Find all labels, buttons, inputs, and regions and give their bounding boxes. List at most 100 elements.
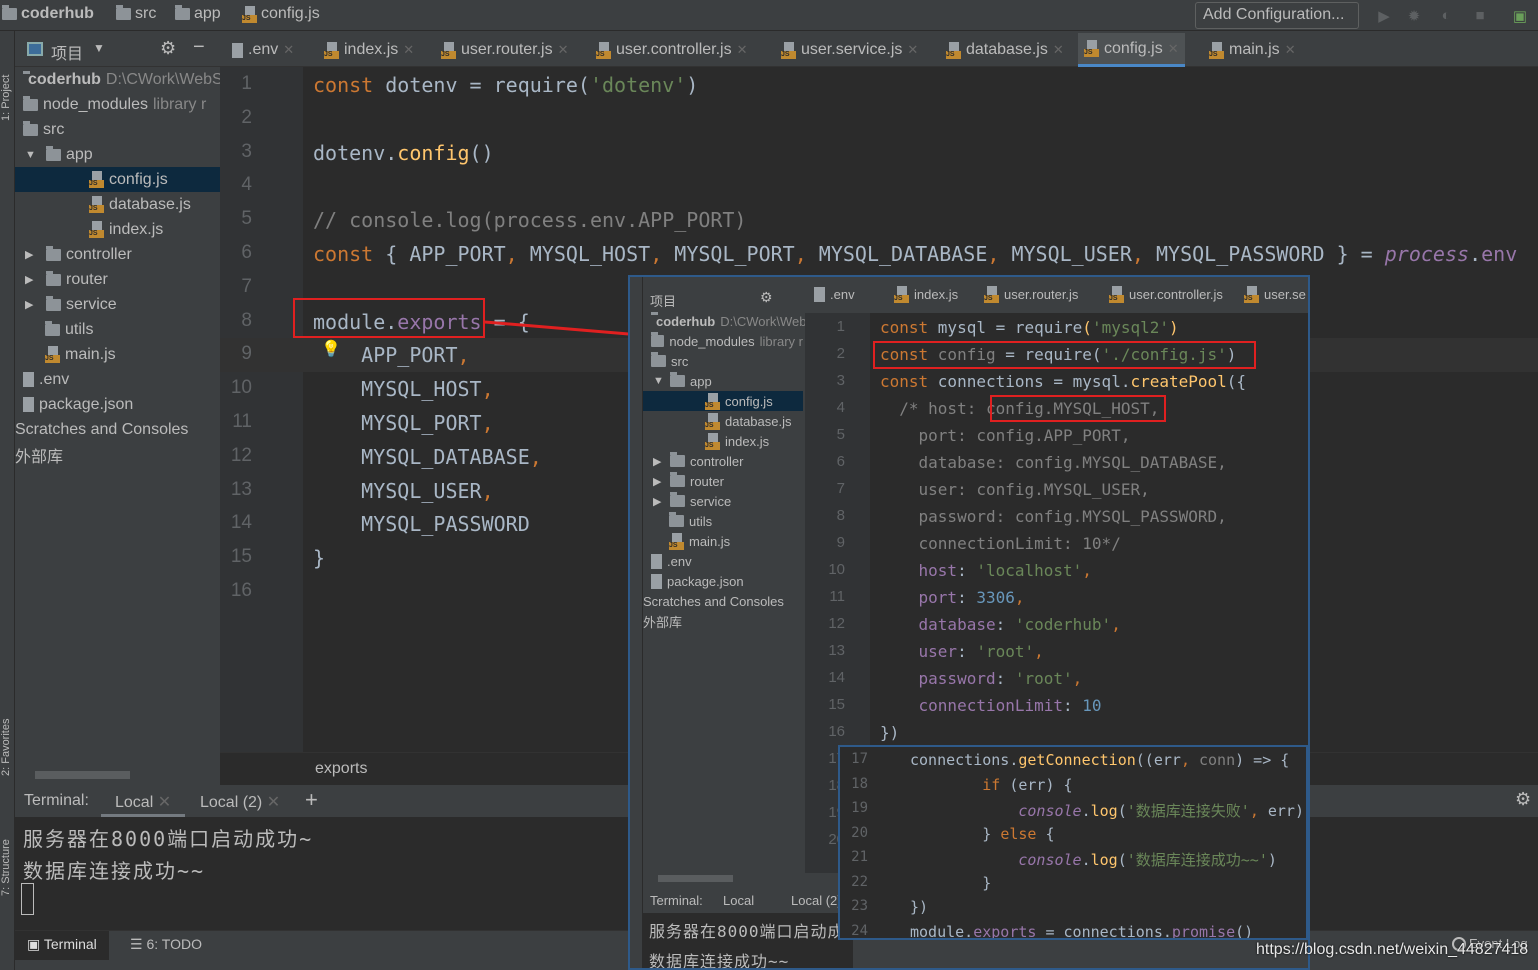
intention-bulb-icon[interactable]: 💡 bbox=[321, 339, 341, 358]
tree-item-label: coderhub bbox=[28, 70, 101, 88]
tree-item-scratches-and-consoles[interactable]: Scratches and Consoles bbox=[643, 591, 803, 611]
tab-label: user.router.js bbox=[461, 41, 553, 58]
close-tab-icon[interactable]: ✕ bbox=[907, 42, 918, 58]
tree-item-config-js[interactable]: config.js bbox=[15, 167, 220, 192]
code-token: } bbox=[313, 546, 326, 571]
js-file-icon bbox=[596, 41, 611, 59]
tab-user-service-js[interactable]: user.service.js✕ bbox=[775, 33, 924, 67]
tree-item-database-js[interactable]: database.js bbox=[15, 192, 220, 217]
tab-config-js[interactable]: config.js ✕ bbox=[1078, 33, 1185, 67]
code-line: user: 'root', bbox=[880, 642, 1044, 661]
line-number: 2 bbox=[241, 106, 252, 128]
tree-item-router[interactable]: ▶ router bbox=[15, 267, 220, 292]
tree-item----[interactable]: 外部库 bbox=[643, 611, 803, 631]
tree-item-utils[interactable]: utils bbox=[15, 317, 220, 342]
stop-icon[interactable]: ■ bbox=[1472, 7, 1488, 24]
expanded-arrow-icon[interactable]: ▼ bbox=[653, 375, 665, 387]
tree-item-controller[interactable]: ▶ controller bbox=[15, 242, 220, 267]
code-token: = connections. bbox=[1036, 922, 1172, 940]
folder-icon bbox=[670, 472, 685, 487]
code-token: (err) { bbox=[1009, 775, 1073, 794]
favorites-tool-button[interactable]: 2: Favorites bbox=[0, 696, 15, 776]
close-tab-icon[interactable]: ✕ bbox=[558, 42, 569, 58]
close-tab-icon[interactable]: ✕ bbox=[283, 42, 294, 58]
chevron-down-icon[interactable]: ▼ bbox=[93, 41, 105, 55]
tree-item-scratches-and-consoles[interactable]: Scratches and Consoles bbox=[15, 417, 220, 442]
collapsed-arrow-icon[interactable]: ▶ bbox=[653, 455, 665, 468]
tree-item-service[interactable]: ▶ service bbox=[643, 491, 803, 511]
tree-item-utils[interactable]: utils bbox=[643, 511, 803, 531]
project-tool-button[interactable]: 1: Project bbox=[0, 41, 15, 121]
collapsed-arrow-icon[interactable]: ▶ bbox=[653, 495, 665, 508]
horizontal-scrollbar[interactable] bbox=[35, 771, 130, 779]
tab-env[interactable]: .env ✕ bbox=[226, 33, 300, 67]
collapsed-arrow-icon[interactable]: ▶ bbox=[25, 298, 41, 311]
run-icon[interactable]: ▶ bbox=[1376, 7, 1392, 25]
tree-item-package-json[interactable]: package.json bbox=[643, 571, 803, 591]
tab-user-controller-js[interactable]: user.controller.js ✕ bbox=[590, 33, 754, 67]
tree-item-coderhub[interactable]: coderhub D:\CWork\WebS bbox=[643, 311, 815, 331]
tree-item-node-modules[interactable]: node_modules library r bbox=[15, 92, 220, 117]
gear-icon[interactable]: ⚙ bbox=[1515, 789, 1531, 810]
tree-item-index-js[interactable]: index.js bbox=[643, 431, 803, 451]
breadcrumb-config[interactable]: config.js bbox=[242, 5, 320, 23]
tree-item-router[interactable]: ▶ router bbox=[643, 471, 803, 491]
breadcrumb-coderhub[interactable]: coderhub bbox=[2, 5, 94, 23]
close-tab-icon[interactable]: ✕ bbox=[737, 42, 748, 58]
tree-item-service[interactable]: ▶ service bbox=[15, 292, 220, 317]
new-terminal-plus-icon[interactable]: + bbox=[305, 787, 318, 813]
code-line: MYSQL_DATABASE, bbox=[313, 445, 542, 469]
close-icon[interactable]: ✕ bbox=[267, 794, 280, 811]
tab-database-js[interactable]: database.js ✕ bbox=[940, 33, 1070, 67]
breadcrumb-src[interactable]: src bbox=[116, 5, 156, 23]
tree-item-database-js[interactable]: database.js bbox=[643, 411, 803, 431]
close-tab-icon[interactable]: ✕ bbox=[1053, 42, 1064, 58]
hide-panel-icon[interactable]: − bbox=[193, 36, 205, 59]
tree-item--env[interactable]: .env bbox=[643, 551, 803, 571]
line-number: 21 bbox=[851, 849, 868, 865]
js-file-icon bbox=[89, 221, 104, 238]
code-breadcrumb-exports[interactable]: exports bbox=[315, 760, 367, 778]
coverage-icon[interactable]: ◐ bbox=[1438, 7, 1454, 24]
tab-index-js[interactable]: index.js✕ bbox=[318, 33, 420, 67]
project-structure-icon[interactable]: ▣ bbox=[1512, 7, 1528, 25]
tree-item-src[interactable]: src bbox=[643, 351, 803, 371]
tree-item-controller[interactable]: ▶ controller bbox=[643, 451, 803, 471]
code-line: if (err) { bbox=[910, 775, 1073, 794]
todo-tool-button[interactable]: ☰ 6: TODO bbox=[130, 936, 202, 953]
code-token: user: config.MYSQL_USER, bbox=[880, 480, 1150, 499]
tree-item-index-js[interactable]: index.js bbox=[15, 217, 220, 242]
breadcrumb-app[interactable]: app bbox=[175, 5, 221, 23]
collapsed-arrow-icon[interactable]: ▶ bbox=[653, 475, 665, 488]
debug-icon[interactable]: ✹ bbox=[1406, 7, 1422, 25]
gear-icon[interactable]: ⚙ bbox=[160, 38, 176, 59]
tree-item----[interactable]: 外部库 bbox=[15, 442, 220, 467]
close-icon[interactable]: ✕ bbox=[158, 794, 171, 811]
close-tab-icon[interactable]: ✕ bbox=[1168, 41, 1179, 57]
terminal-tab-local-2[interactable]: Local (2) ✕ bbox=[200, 792, 280, 812]
structure-tool-button[interactable]: 7: Structure bbox=[0, 816, 15, 896]
tree-item--env[interactable]: .env bbox=[15, 367, 220, 392]
tree-item-node-modules[interactable]: node_modules library r bbox=[643, 331, 803, 351]
tab-main-js[interactable]: main.js ✕ bbox=[1203, 33, 1302, 67]
project-view-selector[interactable]: 项目 bbox=[51, 40, 83, 64]
collapsed-arrow-icon[interactable]: ▶ bbox=[25, 273, 41, 286]
tree-item-app[interactable]: ▼ app bbox=[15, 142, 220, 167]
tree-item-coderhub[interactable]: coderhub D:\CWork\WebS bbox=[15, 67, 223, 92]
code-token: database bbox=[880, 615, 996, 634]
close-tab-icon[interactable]: ✕ bbox=[1285, 42, 1296, 58]
tree-item-main-js[interactable]: main.js bbox=[15, 342, 220, 367]
terminal-tab-local[interactable]: Local ✕ bbox=[101, 785, 186, 817]
add-configuration-button[interactable]: Add Configuration... bbox=[1195, 2, 1359, 29]
tree-item-config-js[interactable]: config.js bbox=[643, 391, 803, 411]
tree-item-main-js[interactable]: main.js bbox=[643, 531, 803, 551]
tree-item-src[interactable]: src bbox=[15, 117, 220, 142]
collapsed-arrow-icon[interactable]: ▶ bbox=[25, 248, 41, 261]
terminal-tool-button[interactable]: ▣ Terminal bbox=[15, 931, 109, 960]
tree-item-package-json[interactable]: package.json bbox=[15, 392, 220, 417]
close-tab-icon[interactable]: ✕ bbox=[403, 42, 414, 58]
expanded-arrow-icon[interactable]: ▼ bbox=[25, 149, 41, 161]
line-number: 11 bbox=[232, 411, 252, 432]
tab-user-router-js[interactable]: user.router.js ✕ bbox=[435, 33, 575, 67]
tree-item-app[interactable]: ▼ app bbox=[643, 371, 803, 391]
